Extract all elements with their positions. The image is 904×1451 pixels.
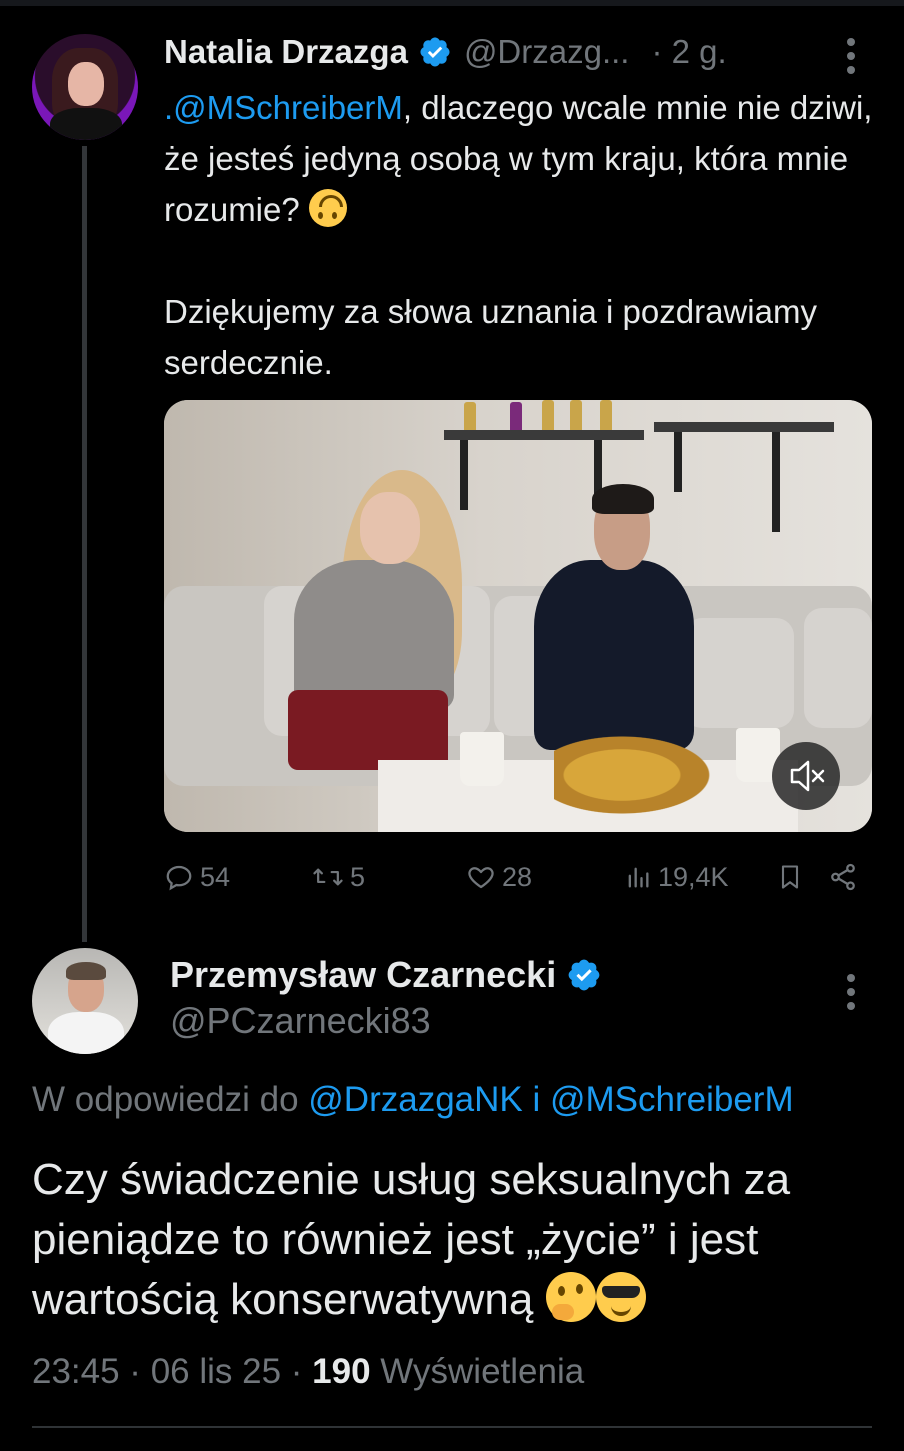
more-options-icon[interactable] <box>838 36 866 76</box>
share-button[interactable] <box>828 856 864 898</box>
reply-context: W odpowiedzi do @DrzazgaNK i @MSchreiber… <box>32 1080 794 1119</box>
tweet2-header: Przemysław Czarnecki <box>170 952 602 998</box>
reply-icon <box>166 865 192 891</box>
verified-badge-icon <box>420 37 450 67</box>
retweet-button[interactable]: 5 <box>312 856 365 898</box>
reply-button[interactable]: 54 <box>164 856 230 898</box>
tweet1-text: .@MSchreiberM, dlaczego wcale mnie nie d… <box>164 82 874 388</box>
views-count: 19,4K <box>658 861 729 892</box>
tweet2-body: Czy świadczenie usług seksualnych za pie… <box>32 1155 791 1324</box>
views-button[interactable]: 19,4K <box>624 856 729 898</box>
tweet1-header: Natalia Drzazga @Drzazg... · 2 g. <box>164 30 884 74</box>
mute-toggle-button[interactable] <box>772 742 840 810</box>
bottom-divider <box>32 1426 872 1428</box>
bookmark-button[interactable] <box>776 856 810 898</box>
tweet1-text-para2: Dziękujemy za słowa uznania i pozdrawiam… <box>164 293 817 381</box>
smiling-face-with-sunglasses-emoji <box>595 1272 646 1322</box>
upside-down-face-emoji <box>308 189 347 227</box>
top-divider <box>0 0 904 6</box>
reply-count: 54 <box>200 861 231 892</box>
speaker-muted-icon <box>790 760 825 792</box>
views-icon <box>628 867 649 888</box>
more-options-icon[interactable] <box>838 972 866 1012</box>
views-label: Wyświetlenia <box>370 1352 585 1391</box>
retweet-count: 5 <box>350 861 366 892</box>
tweet-video[interactable] <box>164 400 872 832</box>
tweet-time[interactable]: · 2 g. <box>651 33 726 71</box>
retweet-icon <box>313 868 343 886</box>
thread-connector <box>82 146 87 942</box>
like-button[interactable]: 28 <box>466 856 532 898</box>
mention-link-schreiber[interactable]: @MSchreiberM <box>550 1080 794 1119</box>
author-handle[interactable]: @Drzazg... <box>464 33 630 71</box>
views-count: 190 <box>312 1352 371 1391</box>
mention-link[interactable]: .@MSchreiberM <box>164 89 403 126</box>
tweet2-text: Czy świadczenie usług seksualnych za pie… <box>32 1150 882 1330</box>
bookmark-icon <box>781 865 799 889</box>
mention-link-drzazga[interactable]: @DrzazgaNK <box>308 1080 522 1119</box>
heart-icon <box>468 867 494 889</box>
avatar-natalia[interactable] <box>32 34 138 140</box>
share-icon <box>831 863 855 891</box>
author-handle[interactable]: @PCzarnecki83 <box>170 1000 431 1042</box>
tweet2-meta: 23:45 · 06 lis 25 · 190 Wyświetlenia <box>32 1352 584 1392</box>
author-name[interactable]: Natalia Drzazga <box>164 33 408 71</box>
tweet1-actions: 54 5 28 19,4K <box>164 856 864 898</box>
like-count: 28 <box>502 861 533 892</box>
author-name[interactable]: Przemysław Czarnecki <box>170 954 556 996</box>
avatar-przemyslaw[interactable] <box>32 948 138 1054</box>
verified-badge-icon <box>568 959 600 991</box>
timestamp[interactable]: 23:45 · 06 lis 25 · <box>32 1352 312 1391</box>
thinking-face-emoji <box>545 1272 596 1322</box>
